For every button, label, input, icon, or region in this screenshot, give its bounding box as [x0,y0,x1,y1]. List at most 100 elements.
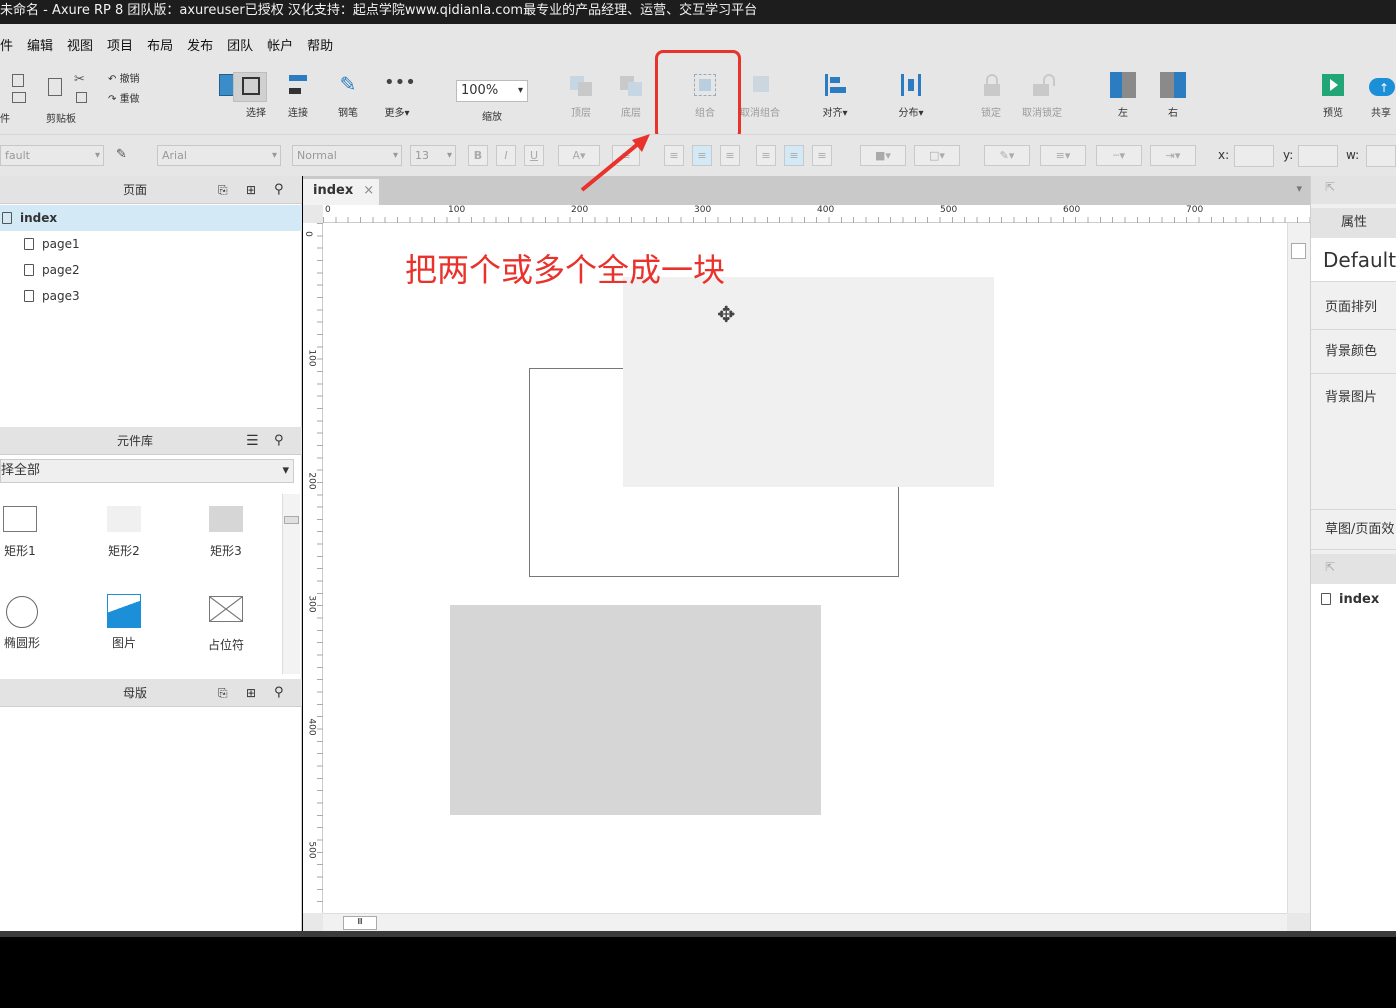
library-scrollbar[interactable] [282,494,300,674]
menu-icon[interactable]: ☰ [246,427,259,455]
menu-help[interactable]: 帮助 [307,35,333,54]
shadow-button[interactable]: □▾ [914,145,960,166]
save-icon[interactable] [12,74,24,87]
library-item-ellipse[interactable]: 椭圆形 [0,596,62,651]
more-icon: ••• [384,72,416,93]
valign-middle-button[interactable]: ≡ [784,145,804,166]
search-icon[interactable]: ⚲ [274,679,284,707]
weight-select[interactable]: Normal [292,145,402,166]
library-item-placeholder[interactable]: 占位符 [186,596,266,653]
cut-icon[interactable]: ✂ [74,72,85,87]
lock-button[interactable]: 锁定 [978,72,1004,119]
scroll-thumb[interactable] [284,516,299,524]
valign-top-button[interactable]: ≡ [756,145,776,166]
sketch-item[interactable]: 草图/页面效 [1311,510,1396,550]
line-style-button[interactable]: ┄▾ [1096,145,1142,166]
add-folder-icon[interactable]: ⊞ [246,176,256,204]
x-field[interactable] [1234,145,1274,167]
search-icon[interactable]: ⚲ [274,427,284,455]
menu-publish[interactable]: 发布 [187,35,213,54]
tab-index[interactable]: index × [303,179,379,205]
paste-icon[interactable] [76,92,87,103]
arrow-style-button[interactable]: ⇥▾ [1150,145,1196,166]
canvas-vertical-scrollbar[interactable] [1287,223,1310,913]
design-canvas[interactable]: ✥ 把两个或多个全成一块 [323,223,1287,913]
bg-color-item[interactable]: 背景颜色 [1311,330,1396,374]
redo-button[interactable]: ↷ 重做 [108,90,140,105]
page-item[interactable]: page3 [0,283,302,309]
pen-button[interactable]: ✎ 钢笔 [335,72,361,119]
preview-button[interactable]: 预览 [1320,72,1346,119]
share-button[interactable]: ↑ 共享 [1368,72,1395,119]
style-edit-icon[interactable]: ✎ [116,147,134,163]
widget-rectangle-2[interactable] [623,277,994,487]
scroll-thumb[interactable] [1291,243,1306,259]
redo-icon: ↷ [108,94,120,105]
library-item-rect1[interactable]: 矩形1 [0,506,60,559]
underline-button[interactable]: U [524,145,544,166]
line-color-button[interactable]: ✎▾ [984,145,1030,166]
font-select[interactable]: Arial [157,145,281,166]
size-select[interactable]: 13 [410,145,456,166]
connect-button[interactable]: 连接 [285,72,311,119]
valign-bottom-button[interactable]: ≡ [812,145,832,166]
open-icon[interactable] [12,92,26,103]
send-to-back-button[interactable]: 底层 [618,72,644,119]
menu-view[interactable]: 视图 [67,35,93,54]
right-button[interactable]: 右 [1160,72,1186,119]
add-page-icon[interactable]: ⎘ [218,176,228,204]
menu-layout[interactable]: 布局 [147,35,173,54]
menu-team[interactable]: 团队 [227,35,253,54]
collapse-icon[interactable]: ⇱ [1325,560,1335,574]
chevron-down-icon[interactable]: ▾ [1296,182,1302,195]
page-index[interactable]: index [0,205,302,231]
unlock-button[interactable]: 取消锁定 [1022,72,1062,119]
align-text-right-button[interactable]: ≡ [720,145,740,166]
page-align-item[interactable]: 页面排列 [1311,286,1396,330]
menu-account[interactable]: 帐户 [267,35,293,54]
library-item-image[interactable]: 图片 [84,594,164,651]
style-select[interactable]: fault [0,145,104,166]
canvas-horizontal-scrollbar[interactable]: Ⅲ [323,913,1287,931]
pen-icon: ✎ [339,72,357,96]
collapse-icon[interactable]: ⇱ [1325,180,1335,194]
page-item[interactable]: page2 [0,257,302,283]
close-icon[interactable]: × [363,183,374,198]
inspector-tab[interactable]: 属性 [1311,208,1396,238]
line-width-button[interactable]: ≡▾ [1040,145,1086,166]
copy-icon[interactable] [48,78,62,96]
add-master-icon[interactable]: ⎘ [218,679,228,707]
bg-image-item[interactable]: 背景图片 [1311,374,1396,510]
italic-button[interactable]: I [496,145,516,166]
page-align-label: 页面排列 [1325,300,1378,315]
menu-project[interactable]: 项目 [107,35,133,54]
menu-file[interactable]: 件 [0,35,13,54]
scroll-thumb[interactable]: Ⅲ [343,916,377,930]
page-style[interactable]: Default [1311,238,1396,282]
distribute-button[interactable]: 分布▾ [898,72,924,119]
align-text-left-button[interactable]: ≡ [664,145,684,166]
widget-rectangle-3[interactable] [450,605,821,815]
outline-item[interactable]: index [1321,592,1379,607]
ungroup-button[interactable]: 取消组合 [740,72,780,119]
align-text-center-button[interactable]: ≡ [692,145,712,166]
add-folder-icon[interactable]: ⊞ [246,679,256,707]
y-field[interactable] [1298,145,1338,167]
library-item-rect2[interactable]: 矩形2 [84,506,164,559]
select-contained-button[interactable] [233,72,267,102]
library-item-rect3[interactable]: 矩形3 [186,506,266,559]
zoom-select[interactable]: 100% ▾ [456,80,528,102]
search-icon[interactable]: ⚲ [274,176,284,204]
fill-color-button[interactable]: ■▾ [860,145,906,166]
bold-button[interactable]: B [468,145,488,166]
w-field[interactable] [1366,145,1396,167]
undo-button[interactable]: ↶ 撤销 [108,70,140,85]
masters-header: 母版 ⎘ ⊞ ⚲ [0,679,302,707]
left-button[interactable]: 左 [1110,72,1136,119]
menu-edit[interactable]: 编辑 [27,35,53,54]
page-item[interactable]: page1 [0,231,302,257]
bring-to-front-button[interactable]: 顶层 [568,72,594,119]
more-button[interactable]: ••• 更多▾ [384,72,416,119]
align-button[interactable]: 对齐▾ [822,72,848,119]
library-filter-select[interactable]: 择全部 ▾ [0,459,294,483]
